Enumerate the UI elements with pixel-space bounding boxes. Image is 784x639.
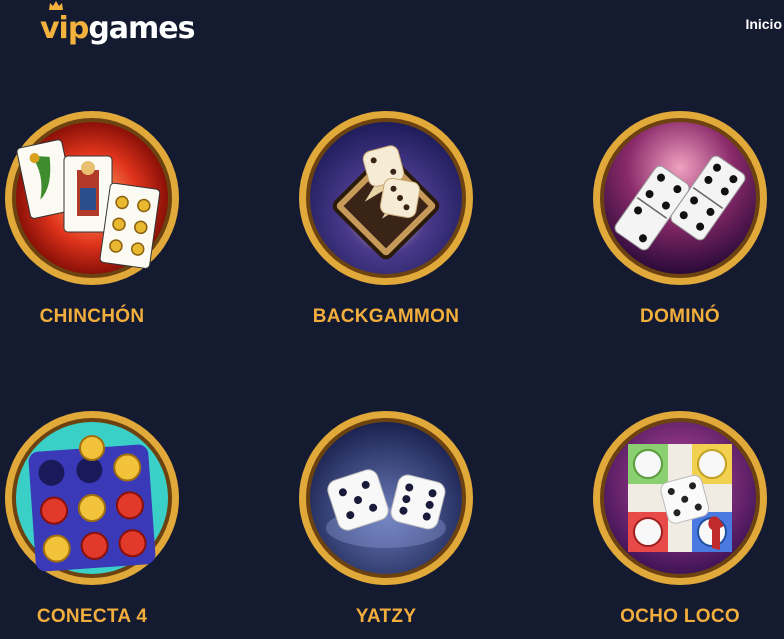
game-card-conecta-4[interactable]: CONECTA 4 [0,408,184,628]
game-card-chinchon[interactable]: CHINCHÓN [0,108,184,328]
game-title[interactable]: DOMINÓ [588,306,772,328]
game-title[interactable]: BACKGAMMON [294,306,478,328]
game-title[interactable]: CHINCHÓN [0,306,184,328]
game-card-domino[interactable]: DOMINÓ [588,108,772,328]
crown-icon [49,1,63,10]
game-card-backgammon[interactable]: BACKGAMMON [294,108,478,328]
logo-games-text: games [88,11,195,46]
vipgames-logo[interactable]: vipgames [40,1,196,46]
ludo-board-icon [593,411,767,585]
game-card-yatzy[interactable]: YATZY [294,408,478,628]
game-title[interactable]: OCHO LOCO [588,606,772,628]
game-card-ocho-loco[interactable]: OCHO LOCO [588,408,772,628]
connect-four-icon [5,411,179,585]
game-title[interactable]: YATZY [294,606,478,628]
domino-icon [593,111,767,285]
game-title[interactable]: CONECTA 4 [0,606,184,628]
spanish-cards-icon [5,111,179,285]
dice-icon [299,411,473,585]
nav-home-link[interactable]: Inicio [745,16,782,32]
page: vipgames Inicio CHINCHÓN BACKGAMMON DOMI… [0,0,784,639]
backgammon-icon [299,111,473,285]
logo-vip-text: vip [40,11,89,46]
